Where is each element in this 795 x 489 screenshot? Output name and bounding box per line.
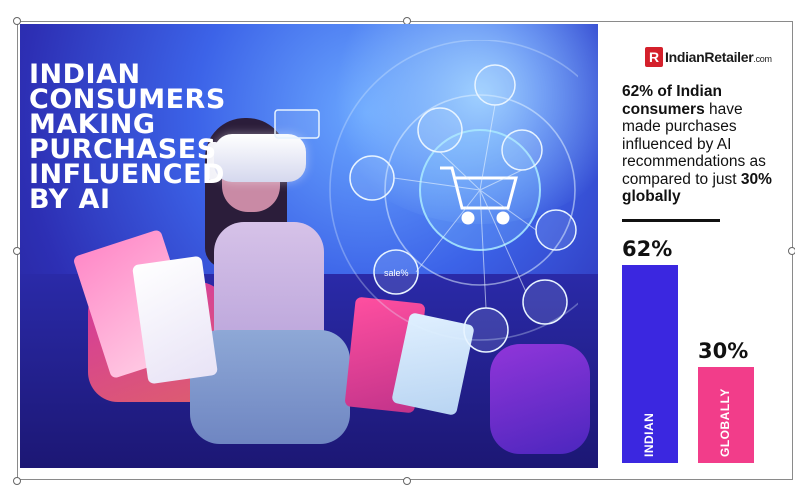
dollar-icon xyxy=(474,64,516,106)
bar-value-indian: 62% xyxy=(622,237,673,261)
store-icon xyxy=(501,129,543,171)
resize-handle-bottom-left[interactable] xyxy=(13,477,21,485)
bar-value-globally: 30% xyxy=(698,339,749,363)
bar-label-globally: GLOBALLY xyxy=(718,388,732,457)
stat-description: 62% of Indian consumers have made purcha… xyxy=(622,83,772,205)
resize-handle-middle-right[interactable] xyxy=(788,247,795,255)
brand-logo: R IndianRetailer.com xyxy=(645,46,772,68)
laptop-icon xyxy=(274,109,320,139)
mobile-cart-icon xyxy=(349,155,395,201)
bar-label-indian: INDIAN xyxy=(642,412,656,457)
stat-divider xyxy=(622,219,720,222)
cloud-icon xyxy=(417,107,463,153)
basket-icon xyxy=(522,279,568,325)
shopping-hologram: sale% xyxy=(274,40,578,353)
resize-handle-bottom-center[interactable] xyxy=(403,477,411,485)
brand-name: IndianRetailer.com xyxy=(665,49,772,65)
sale-tag-label: sale% xyxy=(384,268,409,278)
document-top-bar xyxy=(0,0,795,22)
brand-mark-icon: R xyxy=(645,47,663,67)
hero-title: INDIAN CONSUMERS MAKING PURCHASES INFLUE… xyxy=(29,59,226,215)
bag-icon xyxy=(463,307,509,353)
truck-icon xyxy=(535,209,577,251)
